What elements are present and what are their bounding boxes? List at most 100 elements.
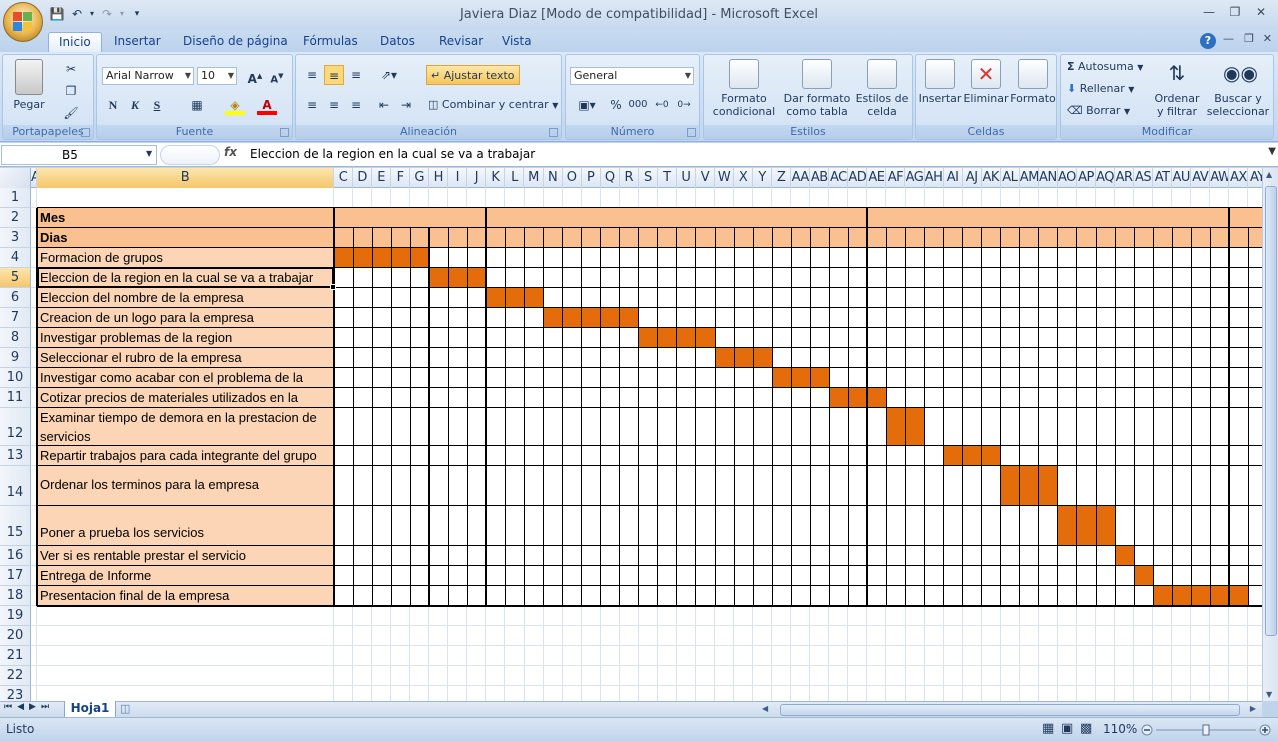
task-label[interactable]: Formacion de grupos (37, 248, 334, 268)
row-header[interactable]: 15 (0, 506, 31, 546)
row-header[interactable]: 1 (0, 188, 31, 208)
column-header[interactable]: S (639, 168, 658, 188)
conditional-format-button[interactable]: Formato condicional (708, 59, 780, 118)
autosum-button[interactable]: Σ Autosuma ▼ (1067, 57, 1143, 77)
task-label[interactable]: Presentacion final de la empresa (37, 586, 334, 606)
column-header[interactable]: AT (1153, 168, 1173, 188)
borders-icon[interactable]: ▦ (187, 95, 207, 115)
dialog-launcher-icon[interactable] (280, 128, 289, 137)
column-header[interactable]: AW (1210, 168, 1230, 188)
cut-icon[interactable]: ✂ (61, 59, 81, 79)
column-header[interactable]: J (467, 168, 487, 188)
column-header[interactable]: H (429, 168, 449, 188)
task-label[interactable]: Entrega de Informe (37, 566, 334, 586)
column-header[interactable]: G (410, 168, 430, 188)
column-header[interactable]: W (715, 168, 735, 188)
dialog-launcher-icon[interactable] (549, 128, 558, 137)
column-header[interactable]: O (563, 168, 582, 188)
normal-view-icon[interactable]: ▦ (1042, 721, 1054, 736)
gantt-bar[interactable] (543, 308, 639, 328)
row-header[interactable]: 16 (0, 546, 31, 566)
insert-sheet-icon[interactable]: ◫ (120, 702, 144, 717)
row-header[interactable]: 21 (0, 646, 31, 666)
gantt-bar[interactable] (429, 268, 487, 288)
row-header[interactable]: 22 (0, 666, 31, 686)
horizontal-scrollbar[interactable]: ◀ ▶ (760, 703, 1260, 717)
column-header[interactable]: AN (1039, 168, 1058, 188)
close-icon[interactable]: ✕ (1248, 2, 1274, 22)
row-header[interactable]: 7 (0, 308, 31, 328)
column-header[interactable]: AV (1191, 168, 1211, 188)
task-label[interactable]: Investigar problemas de la region (37, 328, 334, 348)
format-painter-icon[interactable]: 🖌 (61, 103, 81, 123)
workbook-restore-icon[interactable]: ❐ (1244, 32, 1254, 45)
column-header[interactable]: AL (1001, 168, 1020, 188)
gantt-bar[interactable] (486, 288, 544, 308)
number-format-combo[interactable]: General ▼ (570, 67, 694, 85)
row-header[interactable]: 17 (0, 566, 31, 586)
column-header[interactable]: AQ (1096, 168, 1116, 188)
increase-indent-icon[interactable]: ⇥ (396, 95, 416, 115)
task-label[interactable]: Eleccion de la region en la cual se va a… (37, 268, 334, 288)
decrease-decimal-icon[interactable]: 0→ (674, 95, 694, 115)
tab-vista[interactable]: Vista (492, 32, 542, 52)
column-header[interactable]: F (391, 168, 411, 188)
restore-icon[interactable]: ❐ (1222, 2, 1248, 22)
column-header[interactable]: Q (601, 168, 620, 188)
row-header[interactable]: 20 (0, 626, 31, 646)
task-label[interactable]: Seleccionar el rubro de la empresa (37, 348, 334, 368)
chevron-down-icon[interactable]: ▼ (146, 149, 152, 158)
row-header[interactable]: 23 (0, 686, 31, 701)
tab-diseno-pagina[interactable]: Diseño de página (173, 32, 298, 52)
column-header[interactable]: Z (772, 168, 792, 188)
column-header[interactable]: E (372, 168, 392, 188)
gantt-bar[interactable] (1057, 506, 1116, 546)
column-header[interactable]: AA (791, 168, 811, 188)
task-label[interactable]: Poner a prueba los servicios (37, 506, 334, 546)
insert-cells-button[interactable]: Insertar (918, 59, 962, 105)
row-header[interactable]: 19 (0, 606, 31, 626)
select-all-corner[interactable] (0, 168, 31, 188)
office-button[interactable] (3, 2, 43, 42)
align-left-icon[interactable]: ≡ (302, 95, 322, 115)
currency-icon[interactable]: ▣▾ (572, 95, 602, 115)
worksheet-grid[interactable]: ABCDEFGHIJKLMNOPQRSTUVWXYZAAABACADAEAFAG… (0, 168, 1262, 701)
gantt-bar[interactable] (1115, 546, 1135, 566)
vertical-scroll-thumb[interactable] (1265, 186, 1277, 636)
column-header[interactable]: AY (1248, 168, 1262, 188)
sheet-nav-icon[interactable]: ⏮◀▶⏭ (4, 702, 54, 712)
clear-button[interactable]: ⌫ Borrar ▼ (1067, 101, 1130, 121)
expand-formula-bar-icon[interactable]: ▼ (1268, 146, 1276, 157)
row-header[interactable]: 6 (0, 288, 31, 308)
format-cells-button[interactable]: Formato (1010, 59, 1056, 105)
zoom-slider[interactable] (1140, 724, 1272, 736)
column-header[interactable]: N (544, 168, 563, 188)
paste-button[interactable]: Pegar (9, 59, 49, 111)
tab-insertar[interactable]: Insertar (104, 32, 171, 52)
task-label[interactable]: Repartir trabajos para cada integrante d… (37, 446, 334, 466)
task-label[interactable]: Examinar tiempo de demora en la prestaci… (37, 408, 334, 446)
task-label[interactable]: Ordenar los terminos para la empresa (37, 466, 334, 506)
column-header[interactable]: Y (753, 168, 773, 188)
gantt-bar[interactable] (1134, 566, 1154, 586)
find-select-button[interactable]: ◉◉ Buscar y seleccionar (1205, 59, 1271, 118)
tab-formulas[interactable]: Fórmulas (293, 32, 368, 52)
column-header[interactable]: AE (867, 168, 887, 188)
font-size-combo[interactable]: 10 ▼ (197, 67, 237, 85)
column-header[interactable]: K (486, 168, 506, 188)
task-label[interactable]: Cotizar precios de materiales utilizados… (37, 388, 334, 408)
column-header[interactable]: X (734, 168, 754, 188)
align-center-icon[interactable]: ≡ (324, 95, 344, 115)
column-header[interactable]: AD (848, 168, 868, 188)
sort-filter-button[interactable]: ⇅ Ordenar y filtrar (1151, 59, 1203, 118)
column-header[interactable]: AH (925, 168, 944, 188)
column-header[interactable]: D (353, 168, 373, 188)
column-header[interactable]: R (620, 168, 639, 188)
column-header[interactable]: AP (1077, 168, 1096, 188)
column-header[interactable]: T (658, 168, 677, 188)
column-header[interactable]: AR (1115, 168, 1135, 188)
column-header[interactable]: C (334, 168, 354, 188)
column-header[interactable]: M (525, 168, 544, 188)
vertical-scrollbar[interactable]: ▲ ▼ (1262, 168, 1278, 701)
column-header[interactable]: AX (1229, 168, 1249, 188)
